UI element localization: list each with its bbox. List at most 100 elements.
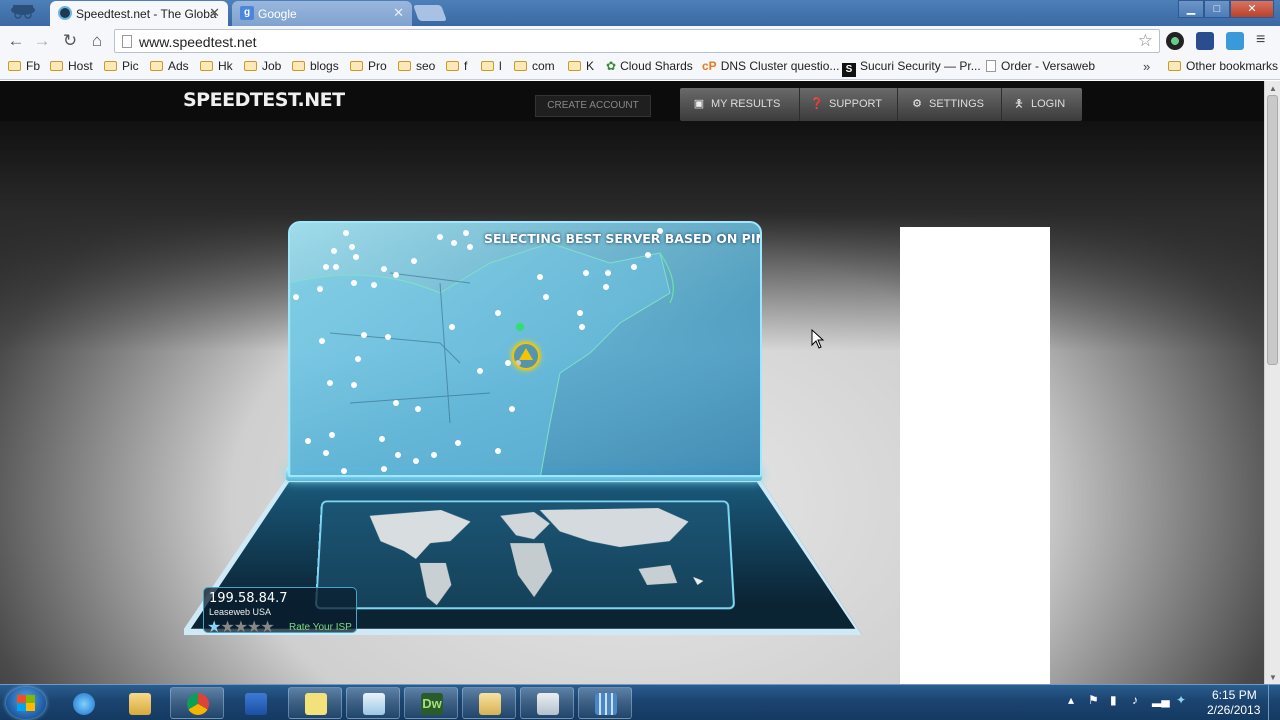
rate-isp-link[interactable]: Rate Your ISP — [289, 622, 352, 633]
star-icon[interactable]: ★ — [247, 619, 260, 636]
isp-star-rating[interactable]: ★★★★★ — [207, 617, 274, 637]
world-map-graphic — [317, 502, 738, 611]
dropbox-icon[interactable]: ✦ — [1176, 693, 1186, 707]
folder-icon — [244, 61, 257, 71]
bookmark-l[interactable]: l — [481, 59, 502, 77]
address-bar[interactable]: www.speedtest.net ☆ — [114, 29, 1160, 53]
network-icon[interactable]: ▂▄ — [1152, 693, 1170, 707]
sticky-notes-taskbar-button[interactable] — [288, 687, 342, 719]
browser-toolbar: ← → ↻ ⌂ www.speedtest.net ☆ ≡ — [0, 26, 1280, 56]
star-icon[interactable]: ★ — [207, 619, 220, 636]
extension-icon[interactable] — [1226, 32, 1244, 50]
bookmark-dns-cluster[interactable]: cP DNS Cluster questio... — [702, 59, 839, 77]
clock-date[interactable]: 2/26/2013 — [1207, 703, 1260, 717]
power-icon[interactable]: ▮ — [1110, 693, 1117, 707]
bookmark-label: Other bookmarks — [1186, 59, 1278, 73]
bookmark-ads[interactable]: Ads — [150, 59, 189, 77]
nav-support[interactable]: ❓ SUPPORT — [808, 88, 898, 121]
back-arrow-icon[interactable]: ← — [6, 31, 26, 51]
maximize-button[interactable]: □ — [1204, 0, 1230, 18]
bookmark-label: l — [499, 59, 502, 73]
movie-maker-taskbar-button[interactable] — [578, 687, 632, 719]
bookmark-blogs[interactable]: blogs — [292, 59, 339, 77]
new-tab-button[interactable] — [413, 5, 447, 21]
bookmark-pic[interactable]: Pic — [104, 59, 139, 77]
star-icon[interactable]: ★ — [260, 619, 273, 636]
calculator-taskbar-button[interactable] — [520, 687, 574, 719]
ie-taskbar-button[interactable] — [56, 687, 110, 719]
dreamweaver-taskbar-button[interactable]: Dw — [404, 687, 458, 719]
nav-settings[interactable]: ⚙ SETTINGS — [908, 88, 1002, 121]
bookmark-cloud-shards[interactable]: ✿ Cloud Shards — [606, 59, 693, 77]
explorer-taskbar-button[interactable] — [112, 687, 166, 719]
incognito-icon — [6, 2, 40, 22]
selected-server-marker — [512, 342, 540, 370]
bookmark-k[interactable]: K — [568, 59, 594, 77]
folder-icon — [1168, 61, 1181, 71]
close-window-button[interactable]: ✕ — [1230, 0, 1274, 18]
cloudshards-icon: ✿ — [606, 59, 616, 73]
folder-icon — [568, 61, 581, 71]
create-account-button[interactable]: CREATE ACCOUNT — [535, 95, 651, 117]
bookmark-sucuri[interactable]: S Sucuri Security — Pr... — [842, 59, 981, 77]
tab-speedtest[interactable]: Speedtest.net - The Globa ✕ — [50, 1, 228, 26]
bookmark-versaweb[interactable]: Order - Versaweb — [986, 59, 1095, 77]
bookmark-seo[interactable]: seo — [398, 59, 435, 77]
show-desktop-button[interactable] — [1268, 685, 1280, 720]
close-icon[interactable]: ✕ — [209, 5, 220, 21]
minimize-button[interactable]: ▁ — [1178, 0, 1204, 18]
extension-icon[interactable] — [1196, 32, 1214, 50]
star-icon[interactable]: ★ — [220, 619, 233, 636]
bookmark-f[interactable]: f — [446, 59, 467, 77]
bookmarks-overflow-chevron[interactable]: » — [1143, 59, 1150, 74]
action-center-flag-icon[interactable]: ⚑ — [1088, 693, 1099, 707]
folder-icon — [104, 61, 117, 71]
isp-name: Leaseweb USA — [209, 607, 271, 617]
bookmark-pro[interactable]: Pro — [350, 59, 387, 77]
bookmark-job[interactable]: Job — [244, 59, 281, 77]
close-icon[interactable]: ✕ — [393, 5, 404, 21]
tab-label: Google — [258, 7, 297, 21]
start-button[interactable] — [6, 687, 46, 719]
chrome-taskbar-button[interactable] — [170, 687, 224, 719]
forward-arrow-icon[interactable]: → — [32, 31, 52, 51]
outlook-taskbar-button[interactable] — [228, 687, 282, 719]
scroll-thumb[interactable] — [1267, 95, 1278, 365]
bookmark-fb[interactable]: Fb — [8, 59, 40, 77]
page-scrollbar[interactable]: ▲ ▼ — [1264, 81, 1280, 684]
scroll-down-arrow-icon[interactable]: ▼ — [1269, 673, 1277, 682]
show-hidden-icons-icon[interactable]: ▴ — [1068, 693, 1074, 707]
nav-login[interactable]: 🯅 LOGIN — [1010, 88, 1080, 121]
sticky-notes-icon — [305, 693, 327, 715]
speedtest-page: SPEEDTEST.NET CREATE ACCOUNT ▣ MY RESULTS… — [0, 81, 1264, 684]
system-tray: ▴ ⚑ ▮ ♪ ▂▄ ✦ — [1064, 689, 1194, 717]
bookmark-hk[interactable]: Hk — [200, 59, 233, 77]
volume-icon[interactable]: ♪ — [1132, 693, 1138, 707]
home-icon[interactable]: ⌂ — [87, 31, 107, 51]
chrome-menu-icon[interactable]: ≡ — [1256, 31, 1265, 49]
bookmark-label: com — [532, 59, 555, 73]
speedtest-logo[interactable]: SPEEDTEST.NET — [183, 89, 345, 111]
bookmark-star-icon[interactable]: ☆ — [1138, 31, 1153, 51]
nav-label: SUPPORT — [829, 98, 882, 110]
clock-time[interactable]: 6:15 PM — [1212, 688, 1257, 702]
folder-icon — [50, 61, 63, 71]
nav-my-results[interactable]: ▣ MY RESULTS — [688, 88, 800, 121]
notes-taskbar-button[interactable] — [346, 687, 400, 719]
other-bookmarks[interactable]: Other bookmarks — [1168, 59, 1278, 77]
tab-google[interactable]: g Google ✕ — [232, 1, 412, 26]
world-map-panel — [315, 500, 735, 609]
reload-icon[interactable]: ↻ — [60, 31, 80, 51]
star-icon[interactable]: ★ — [234, 619, 247, 636]
url-text[interactable]: www.speedtest.net — [139, 34, 257, 50]
advertisement-panel[interactable] — [900, 227, 1050, 684]
bookmark-label: Host — [68, 59, 93, 73]
folder-taskbar-button[interactable] — [462, 687, 516, 719]
bookmark-com[interactable]: com — [514, 59, 555, 77]
gear-icon: ⚙ — [910, 88, 924, 120]
speedtest-icon — [58, 6, 72, 20]
bookmark-label: DNS Cluster questio... — [721, 59, 840, 73]
scroll-up-arrow-icon[interactable]: ▲ — [1269, 84, 1277, 93]
extension-icon[interactable] — [1166, 32, 1184, 50]
bookmark-host[interactable]: Host — [50, 59, 93, 77]
